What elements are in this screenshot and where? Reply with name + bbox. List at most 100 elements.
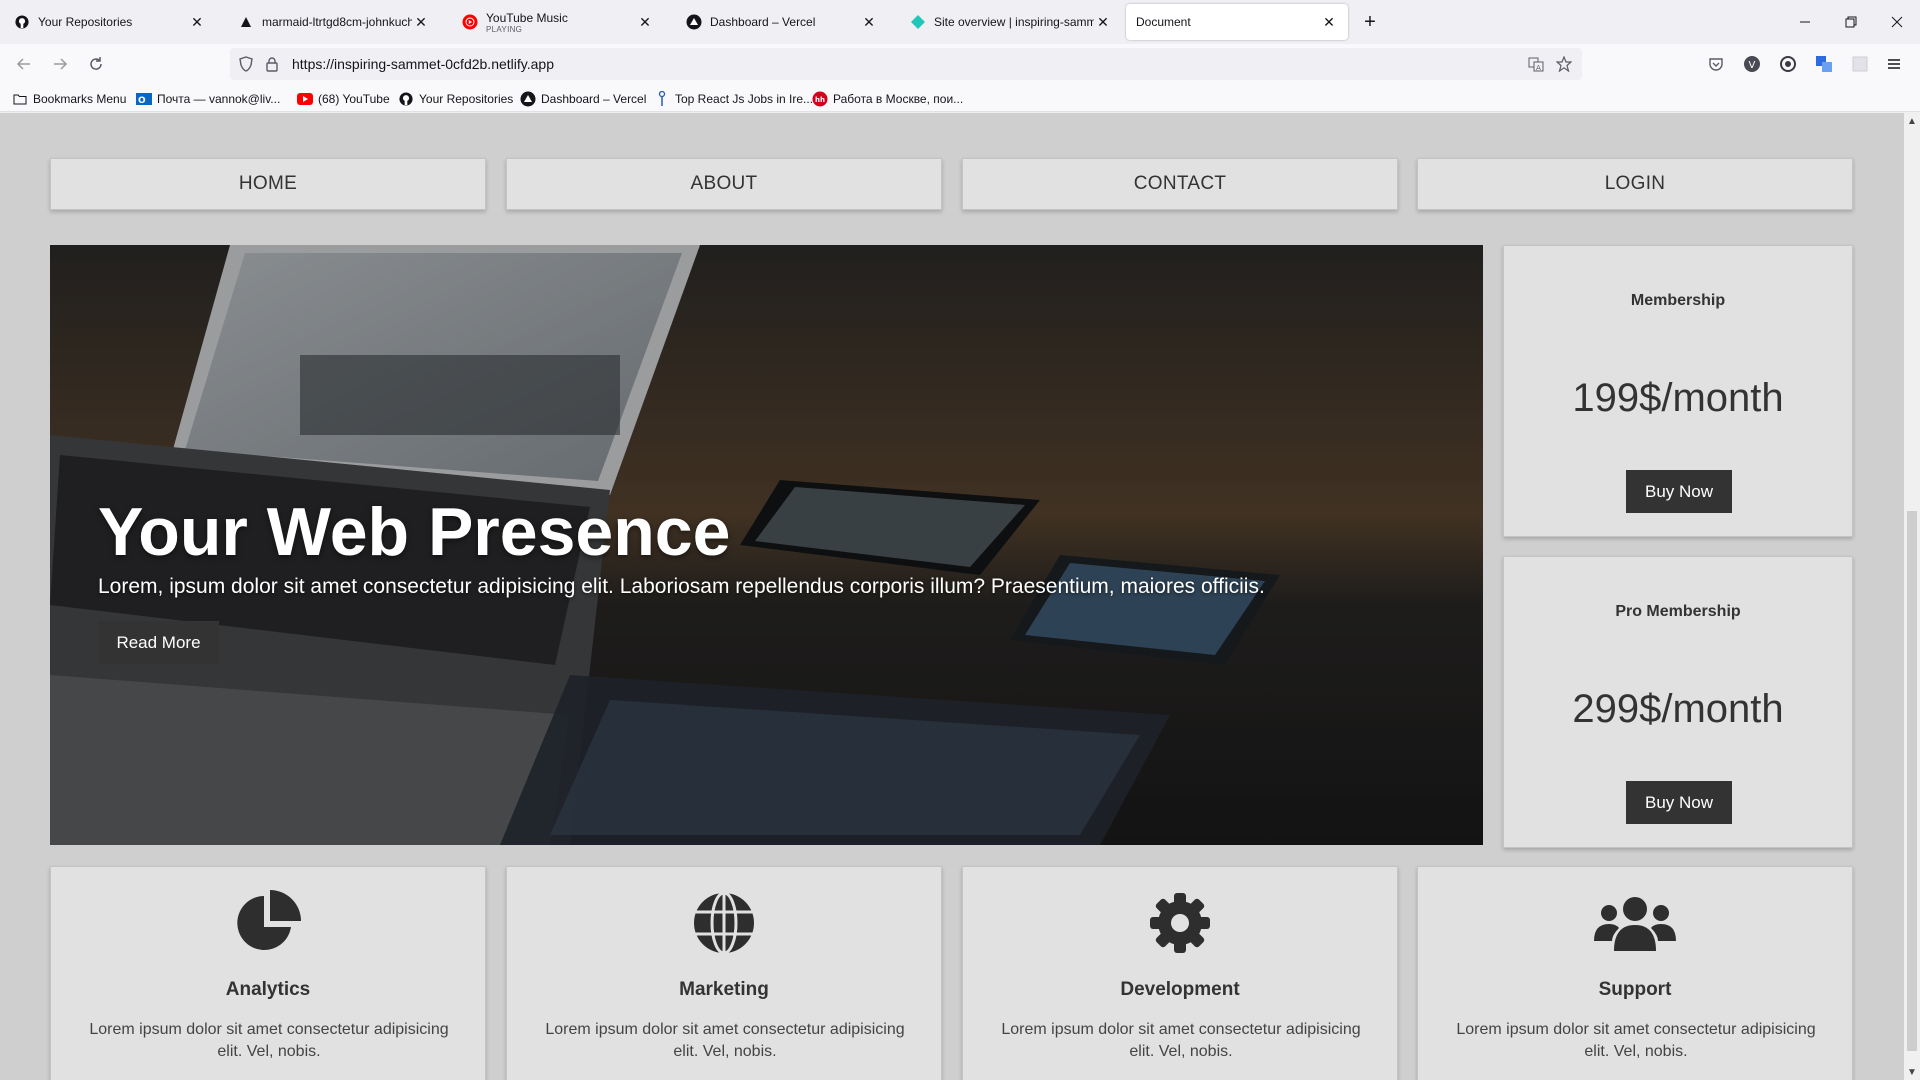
tab-title: marmaid-ltrtgd8cm-johnkucha bbox=[262, 15, 412, 29]
scrollbar-thumb[interactable] bbox=[1907, 511, 1917, 1051]
pie-chart-icon bbox=[51, 887, 485, 959]
close-tab-icon[interactable]: ✕ bbox=[1320, 13, 1338, 31]
tab-vercel-dashboard[interactable]: Dashboard – Vercel ✕ bbox=[676, 4, 888, 40]
vercel-icon bbox=[686, 14, 702, 30]
tab-title: Your Repositories bbox=[38, 15, 133, 29]
bookmark-label: (68) YouTube bbox=[318, 92, 390, 106]
close-tab-icon[interactable]: ✕ bbox=[412, 13, 430, 31]
nav-about-link[interactable]: ABOUT bbox=[506, 158, 942, 210]
tab-title: Site overview | inspiring-samme bbox=[934, 15, 1094, 29]
extension-icon[interactable] bbox=[1778, 54, 1798, 74]
bookmark-react-jobs[interactable]: Top React Js Jobs in Ire... bbox=[654, 90, 813, 108]
minimize-button[interactable] bbox=[1790, 8, 1820, 36]
navigation-toolbar: https://inspiring-sammet-0cfd2b.netlify.… bbox=[0, 44, 1920, 84]
plan-name: Membership bbox=[1630, 292, 1726, 309]
bookmark-label: Почта — vannok@liv... bbox=[157, 92, 281, 106]
bookmark-label: Bookmarks Menu bbox=[33, 92, 127, 106]
tab-bar: Your Repositories ✕ marmaid-ltrtgd8cm-jo… bbox=[0, 0, 1920, 44]
bookmark-outlook[interactable]: O Почта — vannok@liv... bbox=[136, 90, 280, 108]
plan-price: 299$/month bbox=[1572, 687, 1784, 731]
feature-description: Lorem ipsum dolor sit amet consectetur a… bbox=[545, 1021, 905, 1060]
bookmarks-toolbar: Bookmarks Menu O Почта — vannok@liv... (… bbox=[0, 84, 1920, 112]
scroll-up-arrow-icon[interactable]: ▲ bbox=[1904, 113, 1920, 129]
nav-home-link[interactable]: HOME bbox=[50, 158, 486, 210]
jobs-icon bbox=[654, 91, 670, 107]
translate-extension-icon[interactable] bbox=[1814, 54, 1834, 74]
address-bar[interactable]: https://inspiring-sammet-0cfd2b.netlify.… bbox=[230, 48, 1582, 80]
netlify-icon bbox=[910, 14, 926, 30]
tab-marmaid[interactable]: marmaid-ltrtgd8cm-johnkucha ✕ bbox=[228, 4, 440, 40]
pocket-icon[interactable] bbox=[1706, 54, 1726, 74]
bookmark-label: Работа в Москве, пои... bbox=[833, 92, 964, 106]
feature-card-analytics: Analytics Lorem ipsum dolor sit amet con… bbox=[50, 866, 486, 1080]
feature-card-support: Support Lorem ipsum dolor sit amet conse… bbox=[1417, 866, 1853, 1080]
lock-icon[interactable] bbox=[264, 56, 280, 72]
page-scrollbar[interactable]: ▲ ▼ bbox=[1904, 113, 1920, 1080]
reload-button[interactable] bbox=[84, 52, 108, 76]
feature-title: Marketing bbox=[679, 979, 769, 1000]
svg-text:V: V bbox=[1749, 60, 1756, 71]
scroll-down-arrow-icon[interactable]: ▼ bbox=[1904, 1064, 1920, 1080]
bookmark-vercel-dashboard[interactable]: Dashboard – Vercel bbox=[520, 90, 646, 108]
gear-icon bbox=[963, 887, 1397, 959]
bookmark-star-icon[interactable] bbox=[1556, 56, 1572, 72]
users-icon bbox=[1418, 887, 1852, 959]
folder-icon bbox=[12, 91, 28, 107]
bookmark-hh-jobs[interactable]: hh Работа в Москве, пои... bbox=[812, 90, 963, 108]
translate-icon[interactable]: A bbox=[1528, 56, 1544, 72]
svg-text:hh: hh bbox=[815, 96, 825, 104]
youtube-music-icon bbox=[462, 14, 478, 30]
back-button[interactable] bbox=[12, 52, 36, 76]
tab-your-repositories[interactable]: Your Repositories ✕ bbox=[4, 4, 216, 40]
tracking-shield-icon[interactable] bbox=[238, 56, 254, 72]
tab-document[interactable]: Document ✕ bbox=[1126, 4, 1348, 40]
feature-description: Lorem ipsum dolor sit amet consectetur a… bbox=[1456, 1021, 1816, 1060]
buy-now-button[interactable]: Buy Now bbox=[1626, 781, 1732, 824]
plan-price: 199$/month bbox=[1572, 376, 1784, 420]
feature-card-development: Development Lorem ipsum dolor sit amet c… bbox=[962, 866, 1398, 1080]
plan-name: Pro Membership bbox=[1615, 603, 1741, 620]
extension-placeholder-icon[interactable] bbox=[1850, 54, 1870, 74]
vercel-icon bbox=[238, 14, 254, 30]
forward-arrow-icon bbox=[54, 58, 68, 70]
membership-card: Membership 199$/month Buy Now bbox=[1503, 245, 1853, 537]
hero-description: Lorem, ipsum dolor sit amet consectetur … bbox=[98, 575, 1265, 598]
outlook-icon: O bbox=[136, 91, 152, 107]
back-arrow-icon bbox=[16, 58, 30, 70]
new-tab-button[interactable]: + bbox=[1358, 10, 1382, 34]
buy-now-button[interactable]: Buy Now bbox=[1626, 470, 1732, 513]
bookmark-your-repositories[interactable]: Your Repositories bbox=[398, 90, 513, 108]
feature-description: Lorem ipsum dolor sit amet consectetur a… bbox=[1001, 1021, 1361, 1060]
pro-membership-card: Pro Membership 299$/month Buy Now bbox=[1503, 556, 1853, 848]
close-tab-icon[interactable]: ✕ bbox=[1094, 13, 1112, 31]
tab-youtube-music[interactable]: YouTube Music PLAYING ✕ bbox=[452, 4, 664, 40]
vk-extension-icon[interactable]: V bbox=[1742, 54, 1762, 74]
feature-title: Support bbox=[1598, 979, 1672, 1000]
tab-title: YouTube Music bbox=[486, 10, 568, 25]
svg-text:O: O bbox=[138, 96, 146, 106]
forward-button[interactable] bbox=[48, 52, 72, 76]
bookmark-label: Dashboard – Vercel bbox=[541, 92, 647, 106]
feature-title: Development bbox=[1120, 979, 1240, 1000]
youtube-icon bbox=[297, 91, 313, 107]
bookmark-youtube[interactable]: (68) YouTube bbox=[297, 90, 390, 108]
read-more-button[interactable]: Read More bbox=[98, 621, 219, 664]
close-tab-icon[interactable]: ✕ bbox=[860, 13, 878, 31]
feature-title: Analytics bbox=[225, 979, 311, 1000]
url-text[interactable]: https://inspiring-sammet-0cfd2b.netlify.… bbox=[292, 56, 554, 72]
bookmark-bookmarks-menu[interactable]: Bookmarks Menu bbox=[12, 90, 126, 108]
feature-description: Lorem ipsum dolor sit amet consectetur a… bbox=[89, 1021, 449, 1060]
nav-contact-link[interactable]: CONTACT bbox=[962, 158, 1398, 210]
nav-login-link[interactable]: LOGIN bbox=[1417, 158, 1853, 210]
menu-hamburger-icon[interactable] bbox=[1884, 54, 1904, 74]
vercel-icon bbox=[520, 91, 536, 107]
github-icon bbox=[398, 91, 414, 107]
close-tab-icon[interactable]: ✕ bbox=[636, 13, 654, 31]
restore-button[interactable] bbox=[1836, 8, 1866, 36]
close-tab-icon[interactable]: ✕ bbox=[188, 13, 206, 31]
tab-netlify-site[interactable]: Site overview | inspiring-samme ✕ bbox=[900, 4, 1122, 40]
close-window-button[interactable] bbox=[1882, 8, 1912, 36]
tab-title: Dashboard – Vercel bbox=[710, 15, 816, 29]
globe-icon bbox=[507, 887, 941, 959]
bookmark-label: Top React Js Jobs in Ire... bbox=[675, 92, 814, 106]
